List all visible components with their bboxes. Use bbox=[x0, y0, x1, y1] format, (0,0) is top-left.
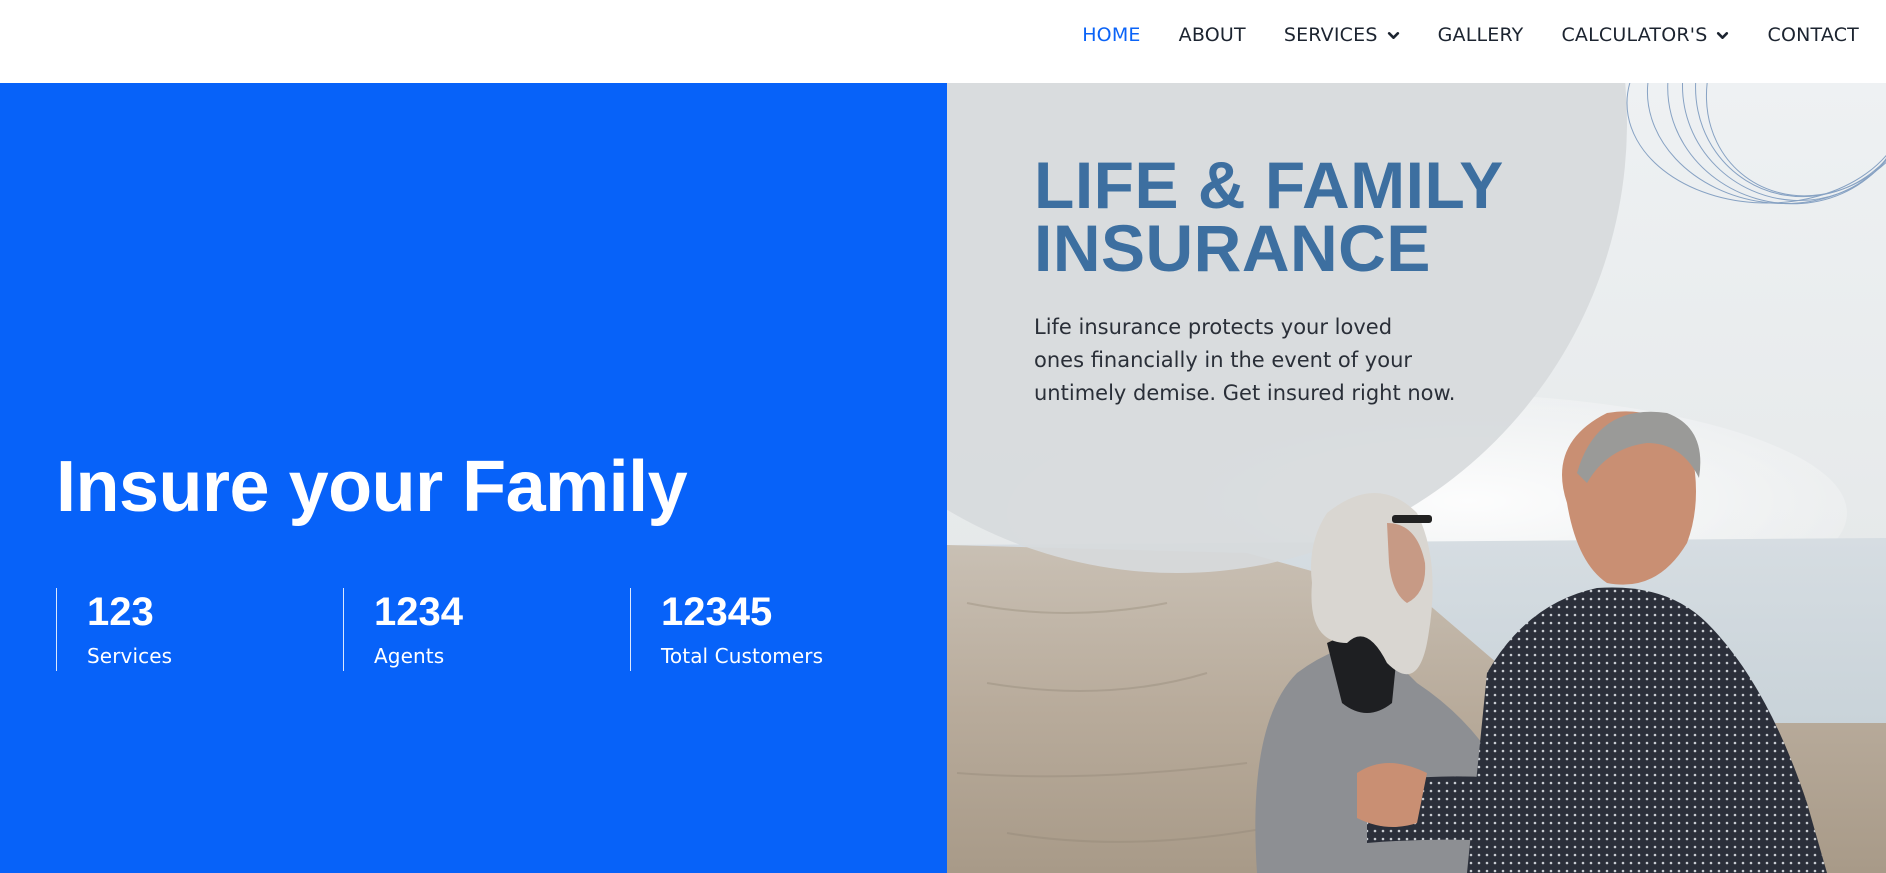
nav-services-label: SERVICES bbox=[1283, 24, 1378, 46]
stat-agents-label: Agents bbox=[374, 644, 445, 668]
stat-services-label: Services bbox=[87, 644, 173, 668]
stat-services: 123 Services bbox=[56, 588, 286, 671]
nav-calculators[interactable]: CALCULATOR'S bbox=[1561, 24, 1729, 46]
site-header: HOME ABOUT SERVICES GALLERY CALCULATOR'S… bbox=[0, 0, 1886, 83]
promo-text-line-1: Life insurance protects your loved bbox=[1034, 315, 1393, 339]
promo-text-line-2: ones financially in the event of your bbox=[1034, 348, 1413, 372]
stat-total-customers: 12345 Total Customers bbox=[630, 588, 890, 671]
promo-image-panel: LIFE & FAMILY INSURANCE Life insurance p… bbox=[947, 83, 1886, 873]
chevron-down-icon bbox=[1717, 31, 1729, 39]
promo-title-line-2: INSURANCE bbox=[1034, 211, 1431, 285]
nav-services[interactable]: SERVICES bbox=[1284, 24, 1400, 46]
stat-agents-value: 1234 bbox=[374, 590, 463, 634]
promo-description: Life insurance protects your loved ones … bbox=[1034, 311, 1494, 410]
nav-contact[interactable]: CONTACT bbox=[1767, 24, 1859, 46]
nav-home[interactable]: HOME bbox=[1082, 24, 1140, 46]
stat-total-customers-value: 12345 bbox=[661, 590, 773, 634]
nav-calculators-label: CALCULATOR'S bbox=[1561, 24, 1708, 46]
stat-total-customers-label: Total Customers bbox=[661, 644, 824, 668]
hero-title: Insure your Family bbox=[56, 447, 688, 527]
nav-contact-label: CONTACT bbox=[1767, 24, 1859, 46]
nav-about[interactable]: ABOUT bbox=[1179, 24, 1246, 46]
stat-agents: 1234 Agents bbox=[343, 588, 573, 671]
main-nav: HOME ABOUT SERVICES GALLERY CALCULATOR'S… bbox=[1044, 0, 1859, 70]
nav-gallery[interactable]: GALLERY bbox=[1438, 24, 1524, 46]
stat-services-value: 123 bbox=[87, 590, 154, 634]
nav-home-label: HOME bbox=[1082, 24, 1141, 46]
chevron-down-icon bbox=[1387, 31, 1399, 39]
nav-gallery-label: GALLERY bbox=[1437, 24, 1524, 46]
nav-about-label: ABOUT bbox=[1178, 24, 1246, 46]
promo-title-line-1: LIFE & FAMILY bbox=[1034, 148, 1504, 222]
promo-text-line-3: untimely demise. Get insured right now. bbox=[1034, 381, 1456, 405]
promo-title: LIFE & FAMILY INSURANCE bbox=[1034, 148, 1504, 285]
